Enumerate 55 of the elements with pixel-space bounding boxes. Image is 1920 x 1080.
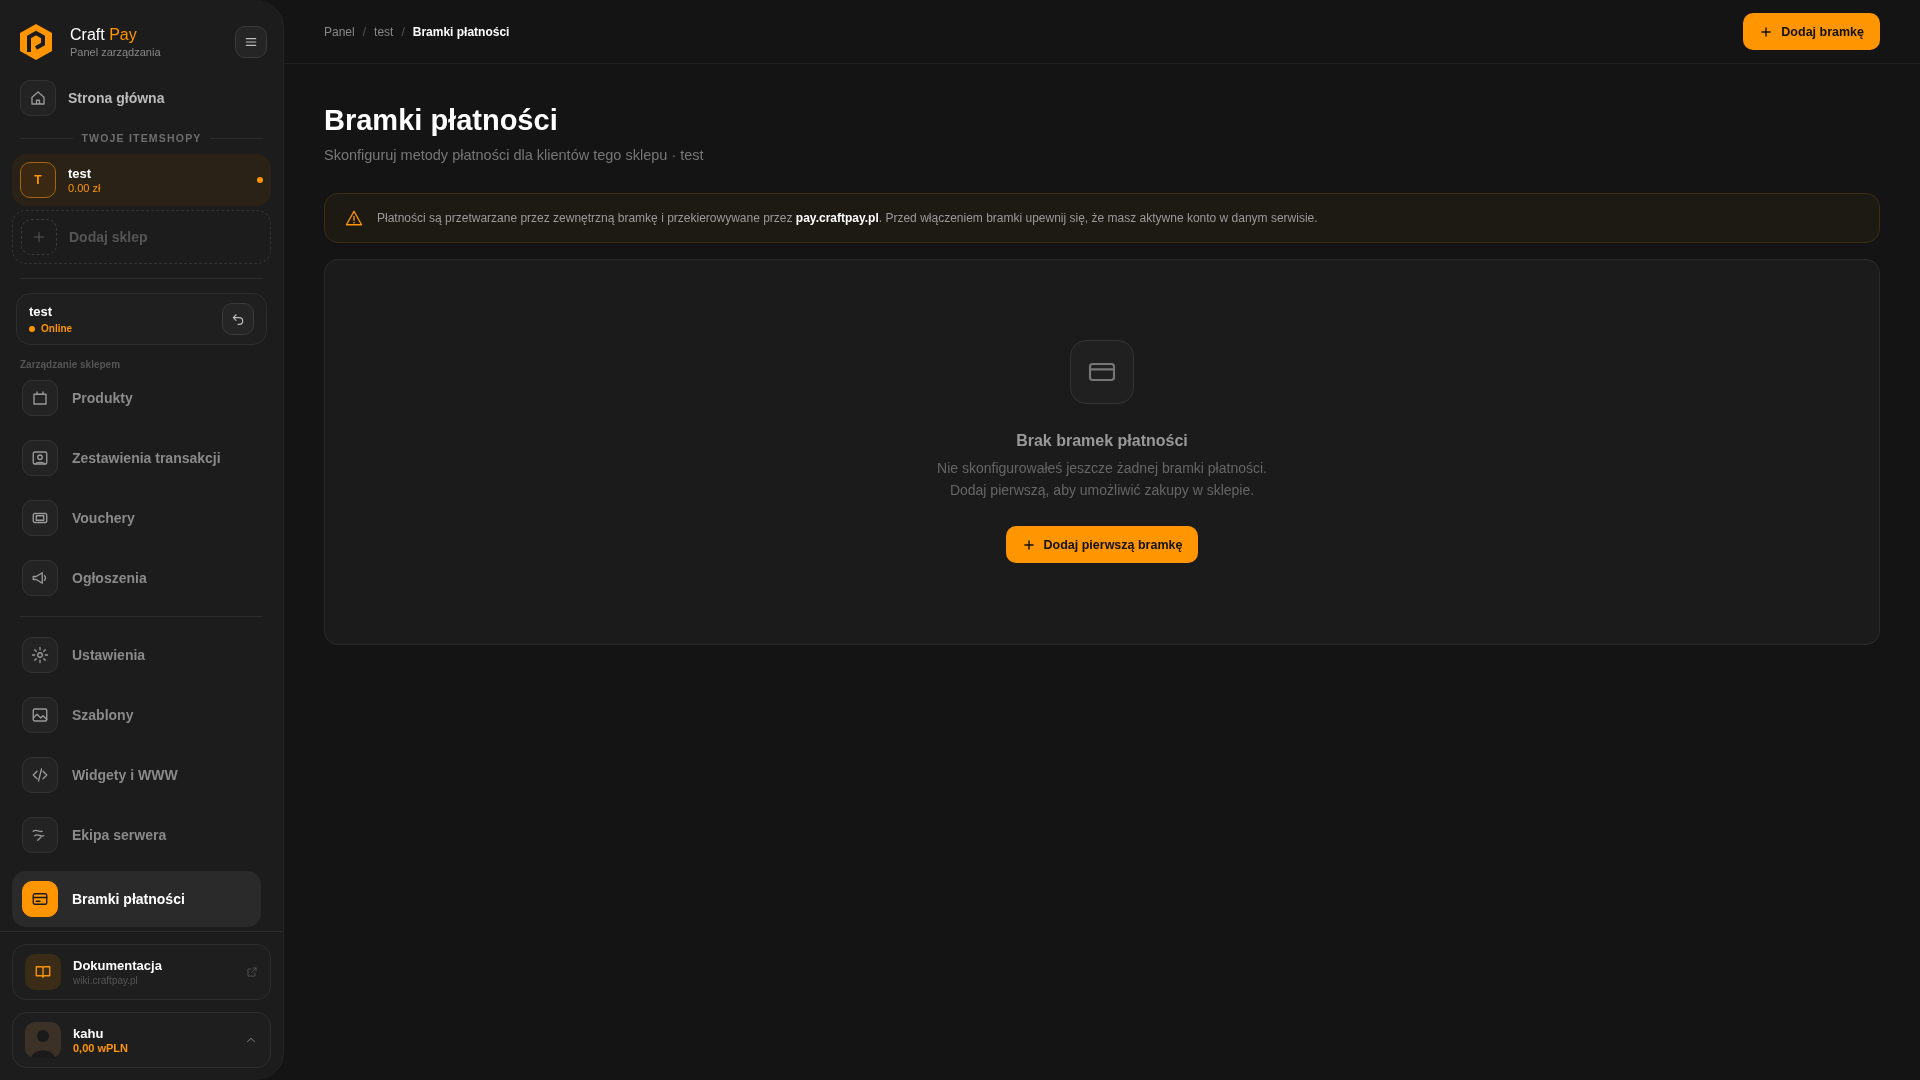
shop-name: test [68,166,93,181]
back-button[interactable] [222,303,254,335]
add-first-gateway-button[interactable]: Dodaj pierwszą bramkę [1005,526,1199,563]
settings-icon [31,646,49,664]
image-icon [31,706,49,724]
megaphone-icon [31,569,49,587]
breadcrumb-link[interactable]: Bramki płatności [412,24,510,39]
plus-icon [31,229,47,245]
breadcrumb-link[interactable]: Panel [324,24,355,39]
user-name: kahu [73,1026,105,1041]
avatar [25,1022,61,1058]
breadcrumb-link[interactable]: test [374,24,394,39]
shop-name: test [29,304,54,319]
section-label: Zarządzanie sklepem [20,359,122,370]
menu-button[interactable] [235,26,267,58]
page-subtitle: Skonfiguruj metody płatności dla klientów tego sklepu · test [324,147,705,163]
empty-description: Dodaj pierwszą, aby umożliwić zakupy w sklepie. [949,482,1255,498]
box-icon [31,389,49,407]
shop-balance: 0.00 zł [68,182,102,194]
credit-card-icon [31,890,49,908]
alert-text: Płatności są przetwarzane przez zewnętrzną bramkę i przekierowywane przez pay.craftpay.pl. Przed włączeniem bramki upewnij się, że masz aktywne konto w danym serwisie. [377,211,1318,225]
empty-title: Brak bramek płatności [1016,432,1188,450]
brand-name: Craft Pay [70,26,138,44]
nav-item[interactable]: Vouchery [12,494,261,542]
user-balance: 0,00 wPLN [73,1042,130,1054]
home-link[interactable]: Strona główna [68,90,165,106]
shop-initial: T [20,162,56,198]
docs-title: Dokumentacja [73,958,163,973]
shop-item[interactable]: T test 0.00 zł [12,154,271,206]
section-heading: TWOJE ITEMSHOPY [81,132,202,144]
user-card[interactable]: kahu 0,00 wPLN [12,1012,271,1068]
plus-icon [1021,537,1036,552]
nav-item[interactable]: Widgety i WWW [12,751,261,799]
active-dot [257,177,263,183]
nav-item[interactable]: Ustawienia [12,631,261,679]
nav-item[interactable]: Szablony [12,691,261,739]
external-link-icon [246,966,258,978]
home-icon[interactable] [20,80,56,116]
nav-item[interactable]: Produkty [12,374,261,422]
receipt-icon [31,449,49,467]
nav-item[interactable]: Ekipa serwera [12,811,261,859]
warning-icon [345,209,363,227]
breadcrumb-separator: / [362,24,367,39]
plus-icon [1759,24,1774,39]
status-label: Online [29,323,222,334]
book-icon [34,963,52,981]
breadcrumb-separator: / [401,24,405,39]
empty-description: Nie skonfigurowałeś jeszcze żadnej bramki płatności. [937,460,1267,476]
brand-subtitle: Panel zarządzania [70,46,162,58]
nav-item[interactable]: Ogłoszenia [12,554,261,602]
add-gateway-button[interactable]: Dodaj bramkę [1743,13,1880,50]
code-icon [31,766,49,784]
nav-item[interactable]: Bramki płatności [12,871,261,927]
nav-item[interactable]: Zestawienia transakcji [12,434,261,482]
page-title: Bramki płatności [324,104,559,137]
